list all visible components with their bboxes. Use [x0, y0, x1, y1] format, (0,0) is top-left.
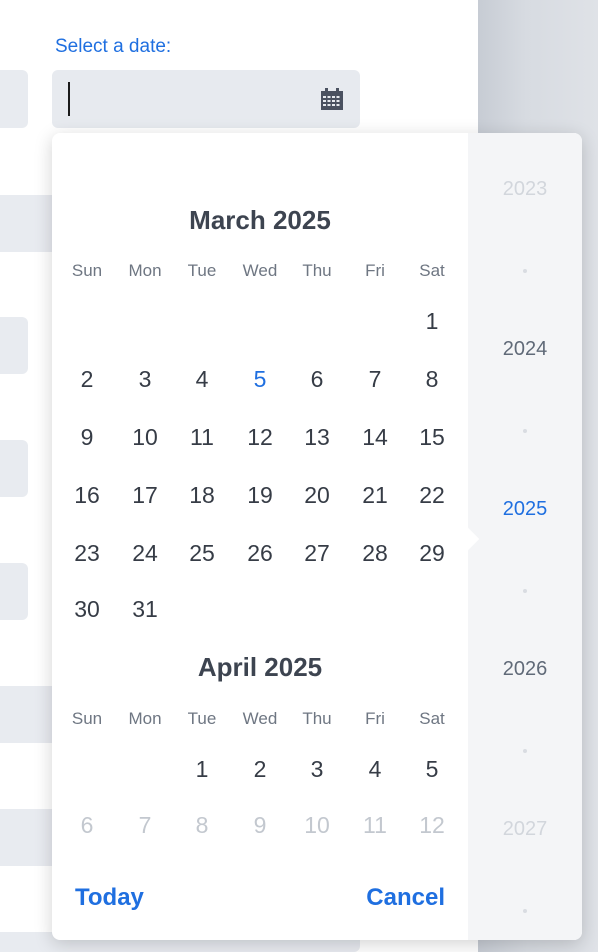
day-cell[interactable]: 5: [231, 366, 289, 393]
weekday-header: Tue: [187, 709, 217, 728]
day-cell[interactable]: 4: [173, 366, 231, 393]
weekday-header: Mon: [128, 261, 162, 280]
day-cell[interactable]: 6: [58, 812, 116, 839]
day-cell[interactable]: 13: [288, 424, 346, 451]
day-cell[interactable]: 17: [116, 482, 174, 509]
day-cell[interactable]: 27: [288, 540, 346, 567]
day-cell[interactable]: 30: [58, 596, 116, 623]
weekday-header: Thu: [302, 709, 332, 728]
day-cell[interactable]: 18: [173, 482, 231, 509]
year-option[interactable]: 2027: [468, 818, 582, 841]
weekday-header: Sat: [419, 261, 445, 280]
day-cell[interactable]: 25: [173, 540, 231, 567]
day-cell[interactable]: 1: [173, 756, 231, 783]
day-cell[interactable]: 19: [231, 482, 289, 509]
day-cell[interactable]: 2: [231, 756, 289, 783]
weekday-header: Mon: [128, 709, 162, 728]
day-cell[interactable]: 1: [403, 308, 461, 335]
day-cell[interactable]: 3: [288, 756, 346, 783]
day-cell[interactable]: 5: [403, 756, 461, 783]
year-selector[interactable]: 2023 2024 2025 2026 2027: [468, 133, 582, 940]
year-separator-dot: [523, 909, 527, 913]
day-cell[interactable]: 31: [116, 596, 174, 623]
date-field-label: Select a date:: [55, 36, 172, 57]
background-field: [0, 440, 28, 497]
weekday-header: Thu: [302, 261, 332, 280]
day-cell[interactable]: 10: [288, 812, 346, 839]
today-button[interactable]: Today: [75, 884, 144, 912]
day-cell[interactable]: 14: [346, 424, 404, 451]
day-cell[interactable]: 23: [58, 540, 116, 567]
day-cell[interactable]: 3: [116, 366, 174, 393]
year-separator-dot: [523, 589, 527, 593]
weekday-header: Tue: [187, 261, 217, 280]
day-cell[interactable]: 9: [58, 424, 116, 451]
day-cell[interactable]: 22: [403, 482, 461, 509]
background-field: [0, 563, 28, 620]
day-cell[interactable]: 6: [288, 366, 346, 393]
day-cell[interactable]: 8: [403, 366, 461, 393]
day-cell[interactable]: 28: [346, 540, 404, 567]
month-title: March 2025: [189, 205, 331, 235]
day-cell[interactable]: 11: [173, 424, 231, 451]
weekday-header: Sun: [71, 709, 103, 728]
day-cell[interactable]: 11: [346, 812, 404, 839]
month-title: April 2025: [197, 652, 323, 682]
cancel-button[interactable]: Cancel: [366, 884, 445, 912]
day-cell[interactable]: 9: [231, 812, 289, 839]
text-caret: [68, 82, 70, 116]
day-cell[interactable]: 24: [116, 540, 174, 567]
day-cell[interactable]: 20: [288, 482, 346, 509]
year-option[interactable]: 2024: [468, 338, 582, 361]
day-cell[interactable]: 10: [116, 424, 174, 451]
date-input[interactable]: [52, 70, 360, 128]
weekday-header: Wed: [242, 261, 278, 280]
day-cell[interactable]: 7: [116, 812, 174, 839]
weekday-header: Sat: [419, 709, 445, 728]
weekday-header: Wed: [242, 709, 278, 728]
calendar-icon[interactable]: [320, 87, 344, 111]
day-cell[interactable]: 15: [403, 424, 461, 451]
day-cell[interactable]: 7: [346, 366, 404, 393]
background-field: [0, 317, 28, 374]
day-cell[interactable]: 12: [403, 812, 461, 839]
year-separator-dot: [523, 429, 527, 433]
weekday-header: Fri: [365, 261, 385, 280]
day-cell[interactable]: 2: [58, 366, 116, 393]
day-cell[interactable]: 21: [346, 482, 404, 509]
day-cell[interactable]: 16: [58, 482, 116, 509]
day-cell[interactable]: 12: [231, 424, 289, 451]
year-option[interactable]: 2025: [468, 498, 582, 521]
year-option[interactable]: 2026: [468, 658, 582, 681]
date-picker-popup: 2023 2024 2025 2026 2027 March 2025 Sun Mon Tue…: [52, 133, 582, 940]
year-separator-dot: [523, 269, 527, 273]
day-cell[interactable]: 4: [346, 756, 404, 783]
year-option[interactable]: 2023: [468, 178, 582, 201]
day-cell[interactable]: 8: [173, 812, 231, 839]
weekday-header: Sun: [71, 261, 103, 280]
weekday-header: Fri: [365, 709, 385, 728]
year-separator-dot: [523, 749, 527, 753]
day-cell[interactable]: 29: [403, 540, 461, 567]
background-field: [0, 70, 28, 128]
day-cell[interactable]: 26: [231, 540, 289, 567]
